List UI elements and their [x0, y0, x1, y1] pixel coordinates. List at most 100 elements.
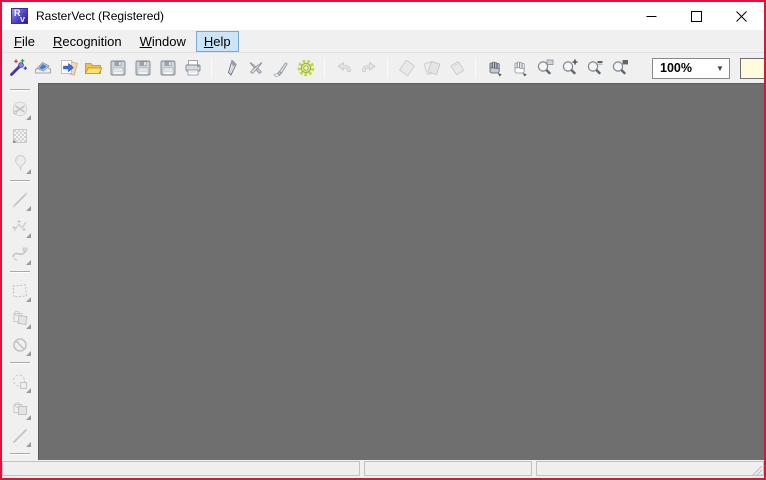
folder-open-icon: [84, 63, 102, 74]
toolbar-separator: [10, 271, 30, 273]
pattern-fill-tool[interactable]: [8, 124, 32, 148]
menu-bar: File Recognition Window Help: [2, 30, 764, 52]
save-all-button[interactable]: [156, 56, 180, 80]
floppy-disk-icon: [160, 60, 175, 76]
scissors-icon: [249, 62, 262, 75]
brush-icon: [272, 62, 287, 77]
wizard-button[interactable]: [6, 56, 30, 80]
resize-grip[interactable]: [750, 464, 763, 477]
zoom-window-button[interactable]: [533, 56, 557, 80]
magnifier-plus-icon: [562, 59, 577, 75]
cut-button[interactable]: [395, 56, 419, 80]
toolbar-separator: [211, 58, 212, 78]
clip-shape-tool[interactable]: [8, 97, 32, 121]
draw-line-tool[interactable]: [8, 188, 32, 212]
paste-sheet-icon: [450, 61, 464, 75]
rotate-object-tool[interactable]: [8, 370, 32, 394]
status-panel-2: [364, 461, 532, 476]
maximize-button[interactable]: [674, 2, 719, 30]
gear-icon: [297, 59, 314, 77]
dashed-rectangle-icon: [12, 283, 27, 298]
document-arrow-icon: [60, 60, 78, 76]
paste-button[interactable]: [445, 56, 469, 80]
window-controls: [629, 2, 764, 30]
cut-sheet-icon: [398, 60, 415, 76]
close-button[interactable]: [719, 2, 764, 30]
measure-tool[interactable]: [8, 424, 32, 448]
pan-page-button[interactable]: [508, 56, 532, 80]
pen-nib-icon: [227, 59, 237, 76]
toolbar-separator: [10, 89, 30, 91]
polyline-nodes-icon: [12, 219, 27, 231]
pan-button[interactable]: [483, 56, 507, 80]
pick-color-tool[interactable]: [8, 151, 32, 175]
no-entry-icon: [13, 337, 27, 352]
print-button[interactable]: [181, 56, 205, 80]
app-logo-icon: Rv: [11, 8, 28, 24]
menu-window[interactable]: Window: [132, 31, 194, 52]
menu-help[interactable]: Help: [195, 30, 239, 52]
acquire-button[interactable]: [31, 56, 55, 80]
duplicate-squares-icon: [13, 401, 27, 415]
status-panel-3: [536, 461, 764, 476]
floppy-disk-icon: [110, 60, 125, 76]
undo-button[interactable]: [332, 56, 356, 80]
zoom-out-button[interactable]: [583, 56, 607, 80]
save-as-button[interactable]: [131, 56, 155, 80]
open-button[interactable]: [81, 56, 105, 80]
floppy-disk-icon: [135, 60, 150, 76]
hand-outline-icon: [514, 61, 527, 77]
select-area-tool[interactable]: [8, 279, 32, 303]
menu-recognition[interactable]: Recognition: [45, 31, 130, 52]
app-window: Rv RasterVect (Registered) File Recognit…: [0, 0, 766, 480]
redo-arrow-icon: [361, 61, 376, 72]
status-bar: [2, 460, 764, 478]
title-bar: Rv RasterVect (Registered): [2, 2, 764, 30]
edit-nodes-tool[interactable]: [8, 215, 32, 239]
minimize-button[interactable]: [629, 2, 674, 30]
options-button[interactable]: [294, 56, 318, 80]
scanner-icon: [34, 62, 51, 74]
delete-lines-button[interactable]: [244, 56, 268, 80]
scissors-shape-icon: [12, 101, 28, 116]
cleanup-brush-button[interactable]: [269, 56, 293, 80]
menu-file[interactable]: File: [6, 31, 43, 52]
status-panel-1: [2, 461, 360, 476]
chevron-down-icon[interactable]: ▼: [712, 60, 728, 77]
copy-button[interactable]: [420, 56, 444, 80]
zoom-level-combobox[interactable]: 100% ▼: [652, 57, 730, 79]
toolbar-separator: [324, 58, 325, 78]
diagonal-line-icon: [12, 428, 28, 443]
toolbar-separator: [10, 362, 30, 364]
zoom-in-button[interactable]: [558, 56, 582, 80]
minimize-icon: [646, 15, 657, 17]
move-object-tool[interactable]: [8, 306, 32, 330]
balloon-icon: [15, 154, 26, 171]
hand-icon: [489, 61, 502, 77]
rotate-square-icon: [13, 374, 27, 389]
color-swatch[interactable]: [740, 57, 764, 79]
magic-wand-icon: [9, 59, 27, 76]
checkerboard-icon: [13, 128, 27, 143]
duplicate-object-tool[interactable]: [8, 397, 32, 421]
draw-curve-tool[interactable]: [8, 242, 32, 266]
canvas[interactable]: [38, 83, 764, 460]
main-area: [2, 83, 764, 460]
printer-icon: [185, 60, 200, 76]
magnifier-solid-icon: [612, 60, 628, 75]
zoom-level-value: 100%: [660, 61, 692, 75]
vectorize-button[interactable]: [219, 56, 243, 80]
redo-button[interactable]: [357, 56, 381, 80]
line-icon: [12, 192, 28, 207]
toolbar-separator: [10, 180, 30, 182]
drawing-toolbar: [2, 83, 38, 460]
curve-icon: [12, 247, 28, 261]
overlapping-squares-icon: [13, 310, 28, 325]
magnifier-rect-icon: [537, 59, 553, 75]
magnifier-minus-icon: [587, 61, 602, 75]
import-button[interactable]: [56, 56, 80, 80]
zoom-previous-button[interactable]: [608, 56, 632, 80]
toolbar-separator: [387, 58, 388, 78]
erase-area-tool[interactable]: [8, 333, 32, 357]
save-button[interactable]: [106, 56, 130, 80]
